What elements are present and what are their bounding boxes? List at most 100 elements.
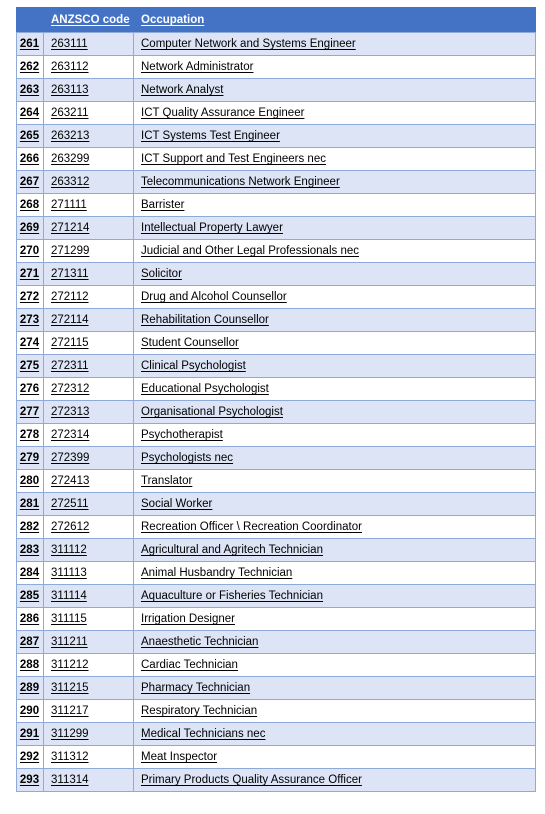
cell-index: 289 bbox=[16, 676, 44, 700]
column-header-occupation-label: Occupation bbox=[141, 14, 205, 26]
cell-anzsco-code-text: 263312 bbox=[51, 176, 90, 188]
cell-anzsco-code: 272312 bbox=[43, 377, 134, 401]
table-row[interactable]: 283 311112 Agricultural and Agritech Techn… bbox=[16, 538, 536, 562]
cell-occupation-text: Intellectual Property Lawyer bbox=[141, 222, 283, 234]
cell-anzsco-code-text: 311211 bbox=[51, 636, 88, 648]
table-row[interactable]: 270 271299 Judicial and Other Legal Profes… bbox=[16, 239, 536, 263]
cell-occupation-text: Respiratory Technician bbox=[141, 705, 258, 717]
cell-anzsco-code-text: 311115 bbox=[51, 613, 87, 625]
cell-anzsco-code: 272314 bbox=[43, 423, 134, 447]
cell-index-text: 281 bbox=[19, 498, 40, 510]
cell-occupation-text: Psychologists nec bbox=[141, 452, 234, 464]
cell-occupation: Judicial and Other Legal Professionals n… bbox=[133, 239, 536, 263]
column-header-anzsco-code-label: ANZSCO code bbox=[51, 14, 130, 26]
cell-anzsco-code-text: 263112 bbox=[51, 61, 89, 73]
cell-index-text: 279 bbox=[19, 452, 40, 464]
cell-anzsco-code-text: 272313 bbox=[51, 406, 90, 418]
table-row[interactable]: 282 272612 Recreation Officer \ Recreation… bbox=[16, 515, 536, 539]
table-row[interactable]: 285 311114 Aquaculture or Fisheries Techni… bbox=[16, 584, 536, 608]
cell-index: 265 bbox=[16, 124, 44, 148]
cell-anzsco-code-text: 311312 bbox=[51, 751, 89, 763]
cell-anzsco-code: 263213 bbox=[43, 124, 134, 148]
cell-anzsco-code: 271299 bbox=[43, 239, 134, 263]
table-row[interactable]: 276 272312 Educational Psychologist bbox=[16, 377, 536, 401]
table-row[interactable]: 291 311299 Medical Technicians nec bbox=[16, 722, 536, 746]
cell-anzsco-code-text: 263111 bbox=[51, 38, 88, 50]
cell-occupation-text: Barrister bbox=[141, 199, 185, 211]
cell-anzsco-code: 263312 bbox=[43, 170, 134, 194]
table-row[interactable]: 278 272314 Psychotherapist bbox=[16, 423, 536, 447]
cell-occupation: Meat Inspector bbox=[133, 745, 536, 769]
cell-index: 284 bbox=[16, 561, 44, 585]
table-row[interactable]: 290 311217 Respiratory Technician bbox=[16, 699, 536, 723]
table-row[interactable]: 280 272413 Translator bbox=[16, 469, 536, 493]
table-row[interactable]: 261 263111 Computer Network and Systems En… bbox=[16, 32, 536, 56]
cell-index: 287 bbox=[16, 630, 44, 654]
table-row[interactable]: 279 272399 Psychologists nec bbox=[16, 446, 536, 470]
table-row[interactable]: 266 263299 ICT Support and Test Engineers … bbox=[16, 147, 536, 171]
cell-index-text: 283 bbox=[19, 544, 40, 556]
cell-index: 275 bbox=[16, 354, 44, 378]
table-row[interactable]: 292 311312 Meat Inspector bbox=[16, 745, 536, 769]
cell-index-text: 264 bbox=[19, 107, 40, 119]
table-row[interactable]: 272 272112 Drug and Alcohol Counsellor bbox=[16, 285, 536, 309]
cell-occupation: Primary Products Quality Assurance Offic… bbox=[133, 768, 536, 792]
table-row[interactable]: 263 263113 Network Analyst bbox=[16, 78, 536, 102]
table-row[interactable]: 289 311215 Pharmacy Technician bbox=[16, 676, 536, 700]
cell-anzsco-code-text: 311314 bbox=[51, 774, 89, 786]
cell-occupation-text: Animal Husbandry Technician bbox=[141, 567, 293, 579]
table-row[interactable]: 288 311212 Cardiac Technician bbox=[16, 653, 536, 677]
table-header: ANZSCO code Occupation bbox=[16, 7, 536, 33]
cell-anzsco-code: 311115 bbox=[43, 607, 134, 631]
cell-occupation-text: Educational Psychologist bbox=[141, 383, 269, 395]
table-row[interactable]: 274 272115 Student Counsellor bbox=[16, 331, 536, 355]
cell-anzsco-code: 272399 bbox=[43, 446, 134, 470]
table-row[interactable]: 287 311211 Anaesthetic Technician bbox=[16, 630, 536, 654]
table-row[interactable]: 275 272311 Clinical Psychologist bbox=[16, 354, 536, 378]
cell-occupation: Drug and Alcohol Counsellor bbox=[133, 285, 536, 309]
cell-index-text: 271 bbox=[19, 268, 40, 280]
cell-anzsco-code: 311217 bbox=[43, 699, 134, 723]
cell-index: 261 bbox=[16, 32, 44, 56]
table-row[interactable]: 268 271111 Barrister bbox=[16, 193, 536, 217]
table-row[interactable]: 293 311314 Primary Products Quality Assura… bbox=[16, 768, 536, 792]
cell-occupation-text: Student Counsellor bbox=[141, 337, 239, 349]
cell-index: 271 bbox=[16, 262, 44, 286]
cell-anzsco-code-text: 271214 bbox=[51, 222, 90, 234]
cell-occupation: Organisational Psychologist bbox=[133, 400, 536, 424]
table-row[interactable]: 286 311115 Irrigation Designer bbox=[16, 607, 536, 631]
table-row[interactable]: 281 272511 Social Worker bbox=[16, 492, 536, 516]
table-row[interactable]: 267 263312 Telecommunications Network Engi… bbox=[16, 170, 536, 194]
table-row[interactable]: 273 272114 Rehabilitation Counsellor bbox=[16, 308, 536, 332]
cell-anzsco-code: 271311 bbox=[43, 262, 134, 286]
cell-anzsco-code: 272511 bbox=[43, 492, 134, 516]
cell-index-text: 275 bbox=[19, 360, 40, 372]
cell-index-text: 290 bbox=[19, 705, 40, 717]
table-row[interactable]: 265 263213 ICT Systems Test Engineer bbox=[16, 124, 536, 148]
table-row[interactable]: 271 271311 Solicitor bbox=[16, 262, 536, 286]
cell-occupation-text: Psychotherapist bbox=[141, 429, 223, 441]
table-row[interactable]: 277 272313 Organisational Psychologist bbox=[16, 400, 536, 424]
cell-occupation: Intellectual Property Lawyer bbox=[133, 216, 536, 240]
cell-index-text: 278 bbox=[19, 429, 40, 441]
table-row[interactable]: 284 311113 Animal Husbandry Technician bbox=[16, 561, 536, 585]
cell-anzsco-code-text: 272413 bbox=[51, 475, 90, 487]
table-row[interactable]: 264 263211 ICT Quality Assurance Engineer bbox=[16, 101, 536, 125]
cell-occupation: Network Administrator bbox=[133, 55, 536, 79]
cell-occupation-text: Meat Inspector bbox=[141, 751, 218, 763]
cell-anzsco-code: 311211 bbox=[43, 630, 134, 654]
cell-anzsco-code: 311212 bbox=[43, 653, 134, 677]
occupation-table-container: ANZSCO code Occupation 261 263111 Computer… bbox=[16, 7, 536, 792]
table-row[interactable]: 269 271214 Intellectual Property Lawyer bbox=[16, 216, 536, 240]
table-row[interactable]: 262 263112 Network Administrator bbox=[16, 55, 536, 79]
cell-occupation: Rehabilitation Counsellor bbox=[133, 308, 536, 332]
cell-index: 291 bbox=[16, 722, 44, 746]
cell-anzsco-code: 272115 bbox=[43, 331, 134, 355]
cell-occupation-text: Aquaculture or Fisheries Technician bbox=[141, 590, 323, 602]
cell-anzsco-code: 272413 bbox=[43, 469, 134, 493]
cell-anzsco-code-text: 311212 bbox=[51, 659, 89, 671]
cell-occupation-text: Rehabilitation Counsellor bbox=[141, 314, 269, 326]
cell-occupation-text: Network Administrator bbox=[141, 61, 254, 73]
cell-index: 274 bbox=[16, 331, 44, 355]
cell-occupation-text: ICT Quality Assurance Engineer bbox=[141, 107, 305, 119]
